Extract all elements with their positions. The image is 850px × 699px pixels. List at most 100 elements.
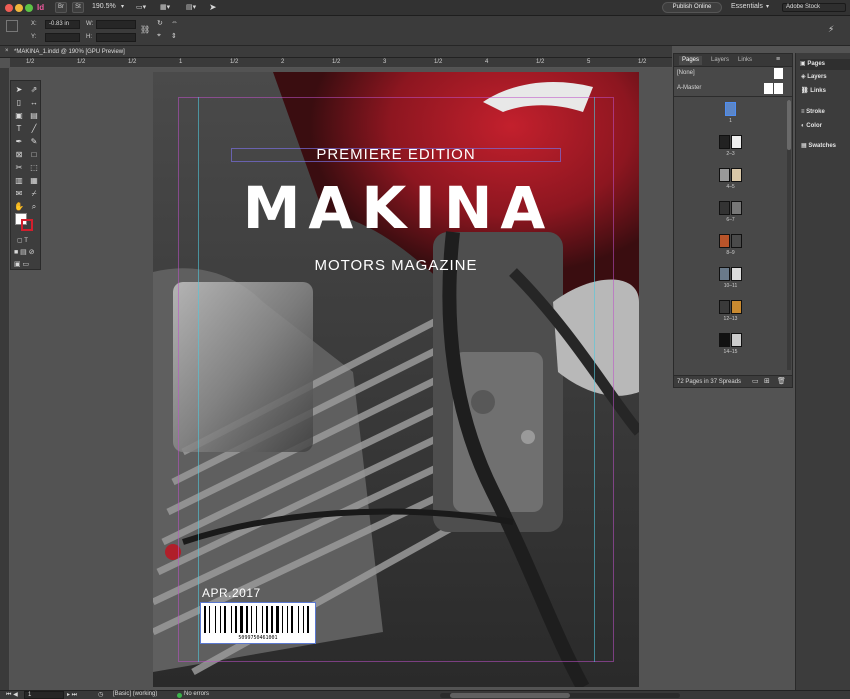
hand-tool-icon[interactable]: ✋ — [14, 202, 24, 212]
note-tool-icon[interactable]: ✉ — [14, 189, 24, 199]
chevron-down-icon[interactable]: ▾ — [121, 3, 124, 10]
flip-vertical-icon[interactable]: ⇕ — [171, 32, 177, 40]
a-master-label[interactable]: A-Master — [677, 85, 701, 91]
reference-point-icon[interactable] — [6, 20, 18, 32]
line-tool-icon[interactable]: ╱ — [29, 124, 39, 134]
first-page-icon[interactable]: ⏮ ◀ — [6, 691, 18, 699]
zoom-tool-icon[interactable]: ⌕ — [29, 202, 39, 212]
arrange-documents-icon[interactable]: ▤▾ — [186, 3, 196, 11]
new-page-icon[interactable]: ⊞ — [764, 377, 770, 385]
none-master-thumb[interactable] — [774, 68, 783, 79]
apply-color-icon[interactable]: ■ ▤ ⊘ — [14, 248, 35, 256]
type-tool-icon[interactable]: T — [14, 124, 24, 134]
a-master-thumb-left[interactable] — [764, 83, 773, 94]
x-field[interactable]: -0.83 in — [45, 20, 80, 29]
tab-links[interactable]: Links — [735, 56, 755, 65]
eyedropper-tool-icon[interactable]: ⌿ — [29, 189, 39, 199]
page-thumbnail[interactable] — [719, 135, 730, 149]
zoom-window-button[interactable] — [25, 4, 33, 12]
stock-search-input[interactable]: Adobe Stock — [782, 3, 846, 12]
scissors-tool-icon[interactable]: ✂ — [14, 163, 24, 173]
issue-date[interactable]: APR.2017 — [202, 586, 261, 600]
quick-apply-icon[interactable]: ⚡ — [828, 24, 834, 35]
panel-menu-icon[interactable]: ≡ — [776, 56, 780, 63]
next-page-icon[interactable]: ▸ ⏭ — [67, 691, 77, 699]
premiere-edition-text[interactable]: PREMIERE EDITION — [153, 146, 639, 163]
preflight-menu-icon[interactable]: ◷ — [98, 691, 103, 698]
y-field[interactable] — [45, 33, 80, 42]
formatting-affects-container-icon[interactable]: ▢ T — [17, 237, 28, 244]
page-thumbnail[interactable] — [731, 333, 742, 347]
motors-magazine-subtitle[interactable]: MOTORS MAGAZINE — [153, 257, 639, 274]
none-master-label[interactable]: [None] — [677, 70, 695, 76]
rectangle-tool-icon[interactable]: □ — [29, 150, 39, 160]
free-transform-tool-icon[interactable]: ⬚ — [29, 163, 39, 173]
close-window-button[interactable] — [5, 4, 13, 12]
page-thumbnail[interactable] — [719, 333, 730, 347]
rectangle-frame-tool-icon[interactable]: ⊠ — [14, 150, 24, 160]
page-thumbnail[interactable] — [731, 135, 742, 149]
shear-icon[interactable]: ⌖ — [157, 32, 161, 40]
constrain-proportions-icon[interactable]: ⛓ — [140, 25, 150, 34]
tab-layers[interactable]: Layers — [708, 56, 732, 65]
trash-icon[interactable]: 🗑 — [777, 377, 786, 385]
pen-tool-icon[interactable]: ✒ — [14, 137, 24, 147]
page-thumbnail[interactable] — [731, 201, 742, 215]
page-thumbnail[interactable] — [719, 168, 730, 182]
bridge-button[interactable]: Br — [55, 2, 67, 13]
minimize-window-button[interactable] — [15, 4, 23, 12]
page-thumbnail[interactable] — [719, 201, 730, 215]
page-thumbnail[interactable] — [731, 234, 742, 248]
workspace-switcher[interactable]: Essentials — [731, 3, 763, 10]
page-tool-icon[interactable]: ▯ — [14, 98, 24, 108]
page-thumbnail[interactable] — [719, 234, 730, 248]
screen-mode-icon[interactable]: ▦▾ — [160, 3, 170, 11]
stock-button[interactable]: St — [72, 2, 84, 13]
page-number-field[interactable]: 1 — [24, 691, 64, 699]
view-mode-icon[interactable]: ▣ ▭ — [14, 260, 29, 268]
dock-swatches[interactable]: ▦ Swatches — [801, 141, 836, 152]
gradient-feather-tool-icon[interactable]: ▦ — [29, 176, 39, 186]
gradient-swatch-tool-icon[interactable]: ▥ — [14, 176, 24, 186]
stroke-swatch[interactable] — [21, 219, 33, 231]
vertical-ruler[interactable] — [0, 68, 10, 690]
pencil-tool-icon[interactable]: ✎ — [29, 137, 39, 147]
dock-pages[interactable]: ▣ Pages — [800, 59, 850, 70]
selection-tool-icon[interactable]: ➤ — [14, 85, 24, 95]
direct-selection-tool-icon[interactable]: ⇗ — [29, 85, 39, 95]
barcode[interactable]: 5099750461001 — [200, 602, 316, 644]
flip-horizontal-icon[interactable]: ⇔ — [171, 19, 178, 26]
dock-stroke[interactable]: ≡ Stroke — [801, 107, 825, 118]
rotate-icon[interactable]: ↻ — [157, 19, 163, 27]
zoom-level[interactable]: 190.5% — [92, 3, 116, 10]
publish-online-button[interactable]: Publish Online — [662, 2, 722, 13]
horizontal-ruler[interactable]: 1/2 1/2 1/2 1 1/2 2 1/2 3 1/2 4 1/2 5 1/2 — [10, 58, 672, 68]
page-thumbnail[interactable] — [731, 267, 742, 281]
view-options-icon[interactable]: ▭▾ — [136, 3, 146, 11]
preflight-profile[interactable]: [Basic] (working) — [113, 691, 157, 697]
edit-page-size-icon[interactable]: ▭ — [752, 377, 759, 385]
content-collector-icon[interactable]: ▣ — [14, 111, 24, 121]
page-thumbnail[interactable] — [725, 102, 736, 116]
panel-scrollbar[interactable] — [787, 100, 791, 370]
horizontal-scrollbar[interactable] — [440, 693, 680, 698]
gap-tool-icon[interactable]: ↔ — [29, 98, 39, 108]
a-master-thumb-right[interactable] — [774, 83, 783, 94]
document-tab[interactable]: *MAKINA_1.indd @ 190% [GPU Preview] — [14, 49, 125, 55]
chevron-down-icon[interactable]: ▾ — [766, 3, 769, 10]
tab-pages[interactable]: Pages — [679, 56, 703, 65]
close-tab-icon[interactable]: × — [5, 48, 9, 54]
page-thumbnail[interactable] — [731, 300, 742, 314]
masthead-title[interactable]: MAKINA — [193, 176, 603, 240]
document-page[interactable]: PREMIERE EDITION MAKINA MOTORS MAGAZINE … — [153, 72, 639, 687]
page-thumbnail[interactable] — [731, 168, 742, 182]
dock-color[interactable]: ◐ Color — [801, 121, 822, 132]
page-thumbnail[interactable] — [719, 267, 730, 281]
w-field[interactable] — [96, 20, 136, 29]
dock-layers[interactable]: ◈ Layers — [801, 72, 827, 83]
page-thumbnail[interactable] — [719, 300, 730, 314]
h-field[interactable] — [96, 33, 136, 42]
send-icon[interactable]: ➤ — [209, 2, 217, 13]
dock-links[interactable]: ⛓ Links — [801, 86, 826, 97]
content-placer-icon[interactable]: ▤ — [29, 111, 39, 121]
